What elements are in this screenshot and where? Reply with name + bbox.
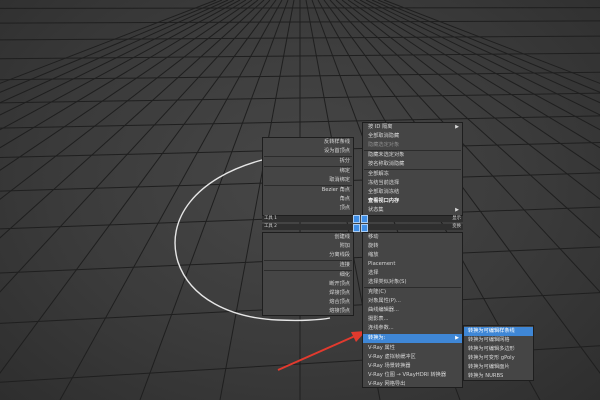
menu-item-scale[interactable]: 缩放 — [368, 251, 462, 260]
menu-item-unfreeze-all[interactable]: 全部解冻 — [368, 170, 462, 179]
submenu-item-editable-mesh[interactable]: 转换为可编辑网格 — [468, 336, 533, 345]
menu-item-viewport-memory[interactable]: 查看视口内存 — [368, 197, 462, 206]
menu-item-merge-vertex[interactable]: 熔接顶点 — [263, 307, 350, 316]
submenu-item-gpoly[interactable]: 转换为可变形 gPoly — [468, 354, 533, 363]
menu-item-vray-vfb[interactable]: V-Ray 虚拟帧缓冲区 — [368, 353, 462, 362]
menu-item-wire-parameters[interactable]: 连线参数... — [368, 324, 462, 333]
menu-item-select[interactable]: 选择 — [368, 269, 462, 278]
submenu-arrow-icon: ▶ — [455, 207, 459, 213]
submenu-item-editable-poly[interactable]: 转换为可编辑多边形 — [468, 345, 533, 354]
menu-item-unbind[interactable]: 取消绑定 — [263, 176, 350, 185]
quad-label-display: 显示 — [362, 216, 463, 222]
menu-item-make-first[interactable]: 设为首顶点 — [263, 147, 350, 156]
menu-item-connect[interactable]: 连接 — [263, 261, 350, 270]
menu-item-rotate[interactable]: 旋转 — [368, 242, 462, 251]
menu-item-unhide-all[interactable]: 全部取消隐藏 — [368, 132, 462, 141]
quad-center-bottom-right-square[interactable] — [361, 224, 368, 232]
quad-label-transform: 变换 — [362, 224, 463, 230]
menu-item-refine[interactable]: 细化 — [263, 271, 350, 280]
menu-item-vray-mesh-export[interactable]: V-Ray 网格导出 — [368, 380, 462, 389]
menu-item-dope-sheet[interactable]: 摄影表... — [368, 315, 462, 324]
submenu-item-nurbs[interactable]: 转换为 NURBS — [468, 372, 533, 381]
quad-top-left-menu: 反转样条线 设为首顶点 拆分 绑定 取消绑定 Bezier 角点 角点 顶点 — [262, 137, 354, 216]
menu-item-corner[interactable]: 角点 — [263, 195, 350, 204]
menu-item-convert-to[interactable]: 转换为: — [363, 334, 462, 343]
menu-item-weld-vertex[interactable]: 焊接顶点 — [263, 289, 350, 298]
quad-center-bottom-left-square[interactable] — [353, 224, 360, 232]
menu-item-move[interactable]: 移动 — [368, 233, 462, 242]
menu-item-hide-unselected[interactable]: 隐藏未选定对象 — [368, 151, 462, 160]
menu-item-reverse-spline[interactable]: 反转样条线 — [263, 138, 350, 147]
quad-label-tools1: 工具 1 — [262, 216, 354, 222]
menu-item-vray-properties[interactable]: V-Ray 属性 — [368, 344, 462, 353]
menu-item-curve-editor[interactable]: 曲线编辑器... — [368, 306, 462, 315]
menu-item-clone[interactable]: 克隆(C) — [368, 288, 462, 297]
menu-item-isolate[interactable]: 按 ID 隔离 — [368, 123, 462, 132]
menu-item-fuse-vertex[interactable]: 熔合顶点 — [263, 298, 350, 307]
menu-item-detach-segment[interactable]: 分离线段 — [263, 251, 350, 260]
submenu-arrow-icon: ▶ — [455, 124, 459, 130]
menu-item-attach[interactable]: 附加 — [263, 242, 350, 251]
submenu-item-editable-patch[interactable]: 转换为可编辑面片 — [468, 363, 533, 372]
menu-item-create-line[interactable]: 创建线 — [263, 233, 350, 242]
quad-center-top-right-square[interactable] — [361, 215, 368, 223]
submenu-item-editable-spline[interactable]: 转换为可编辑样条线 — [464, 327, 533, 336]
red-arrow-line — [277, 335, 356, 371]
quad-bottom-left-menu: 创建线 附加 分离线段 连接 细化 断开顶点 焊接顶点 熔合顶点 熔接顶点 — [262, 232, 354, 316]
quad-center-top-left-square[interactable] — [353, 215, 360, 223]
menu-item-vertex[interactable]: 顶点 — [263, 204, 350, 213]
submenu-arrow-icon: ▶ — [455, 335, 459, 341]
menu-item-state-sets[interactable]: 状态集 — [368, 206, 462, 215]
menu-item-select-similar[interactable]: 选择类似对象(S) — [368, 278, 462, 287]
menu-item-unfreeze[interactable]: 全部取消冻结 — [368, 188, 462, 197]
quad-bottom-right-menu: 移动 旋转 缩放 Placement 选择 选择类似对象(S) 克隆(C) 对象… — [362, 232, 463, 388]
menu-item-unhide-by-name[interactable]: 按名称取消隐藏 — [368, 160, 462, 169]
menu-item-vray-scene-converter[interactable]: V-Ray 场景转换器 — [368, 362, 462, 371]
menu-item-divide[interactable]: 拆分 — [263, 157, 350, 166]
menu-item-break-vertex[interactable]: 断开顶点 — [263, 280, 350, 289]
menu-item-vray-bitmap-converter[interactable]: V-Ray 位图 → VRayHDRI 转换器 — [368, 371, 462, 380]
menu-item-object-properties[interactable]: 对象属性(P)... — [368, 297, 462, 306]
menu-item-bind[interactable]: 绑定 — [263, 167, 350, 176]
menu-item-placement[interactable]: Placement — [368, 260, 462, 269]
menu-item-bezier-corner[interactable]: Bezier 角点 — [263, 186, 350, 195]
menu-item-hide-selected[interactable]: 隐藏选定对象 — [368, 141, 462, 150]
quad-label-tools2: 工具 2 — [262, 224, 354, 230]
quad-top-right-menu: 按 ID 隔离 ▶ 全部取消隐藏 隐藏选定对象 隐藏未选定对象 按名称取消隐藏 … — [362, 122, 463, 216]
menu-item-freeze-selection[interactable]: 冻结当前选择 — [368, 179, 462, 188]
convert-to-submenu: 转换为可编辑样条线 转换为可编辑网格 转换为可编辑多边形 转换为可变形 gPol… — [463, 325, 534, 381]
